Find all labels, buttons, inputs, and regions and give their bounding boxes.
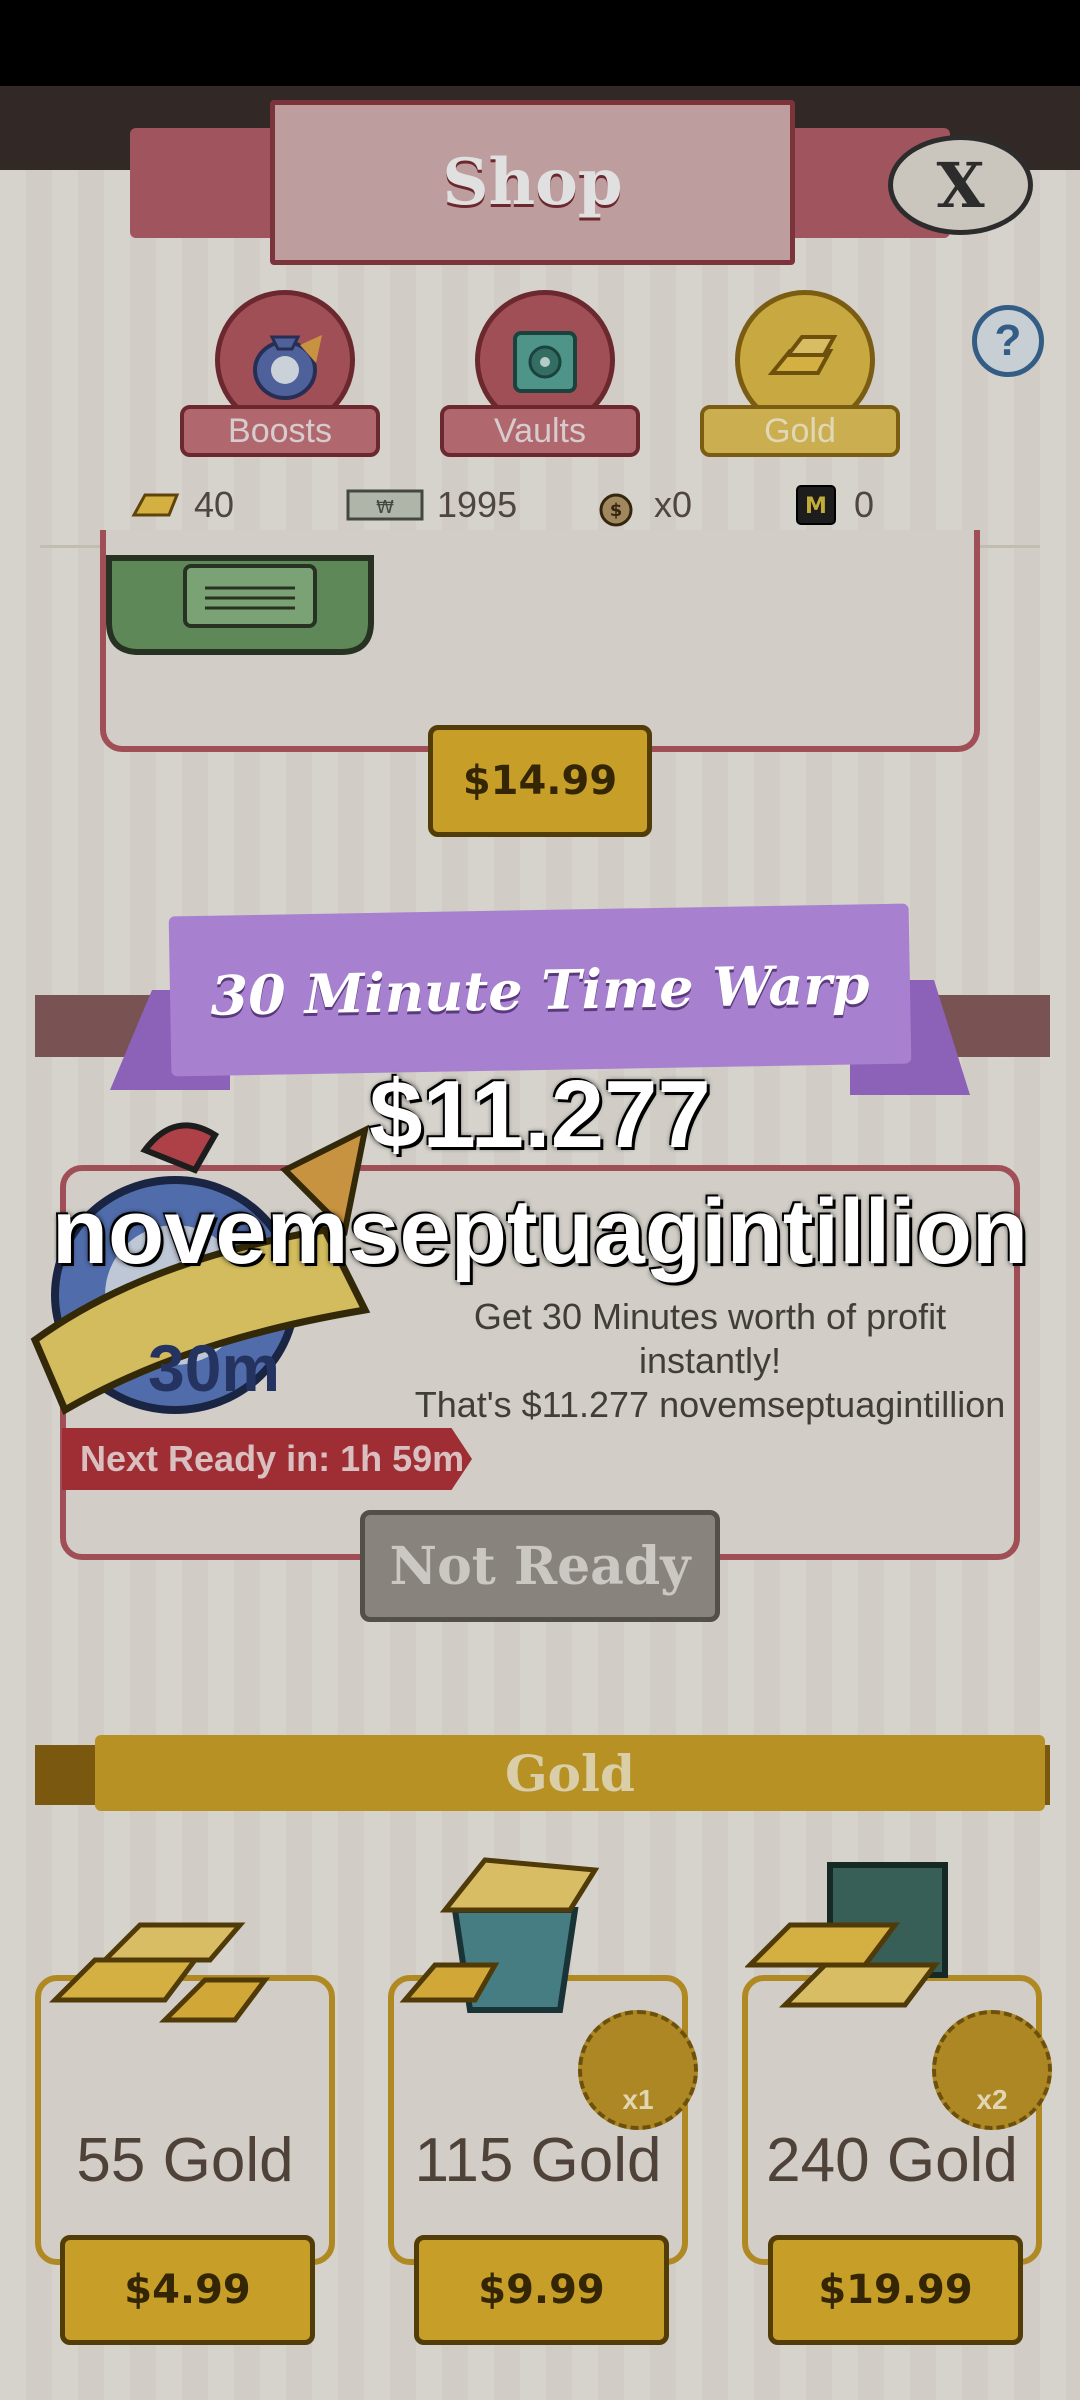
popup-amount-unit: novemseptuagintillion: [51, 1181, 1029, 1283]
popup-amount-value: $11.277: [369, 1061, 711, 1168]
time-warp-ribbon: 30 Minute Time Warp: [168, 903, 912, 1077]
time-warp-ribbon-title: 30 Minute Time Warp: [209, 952, 871, 1028]
